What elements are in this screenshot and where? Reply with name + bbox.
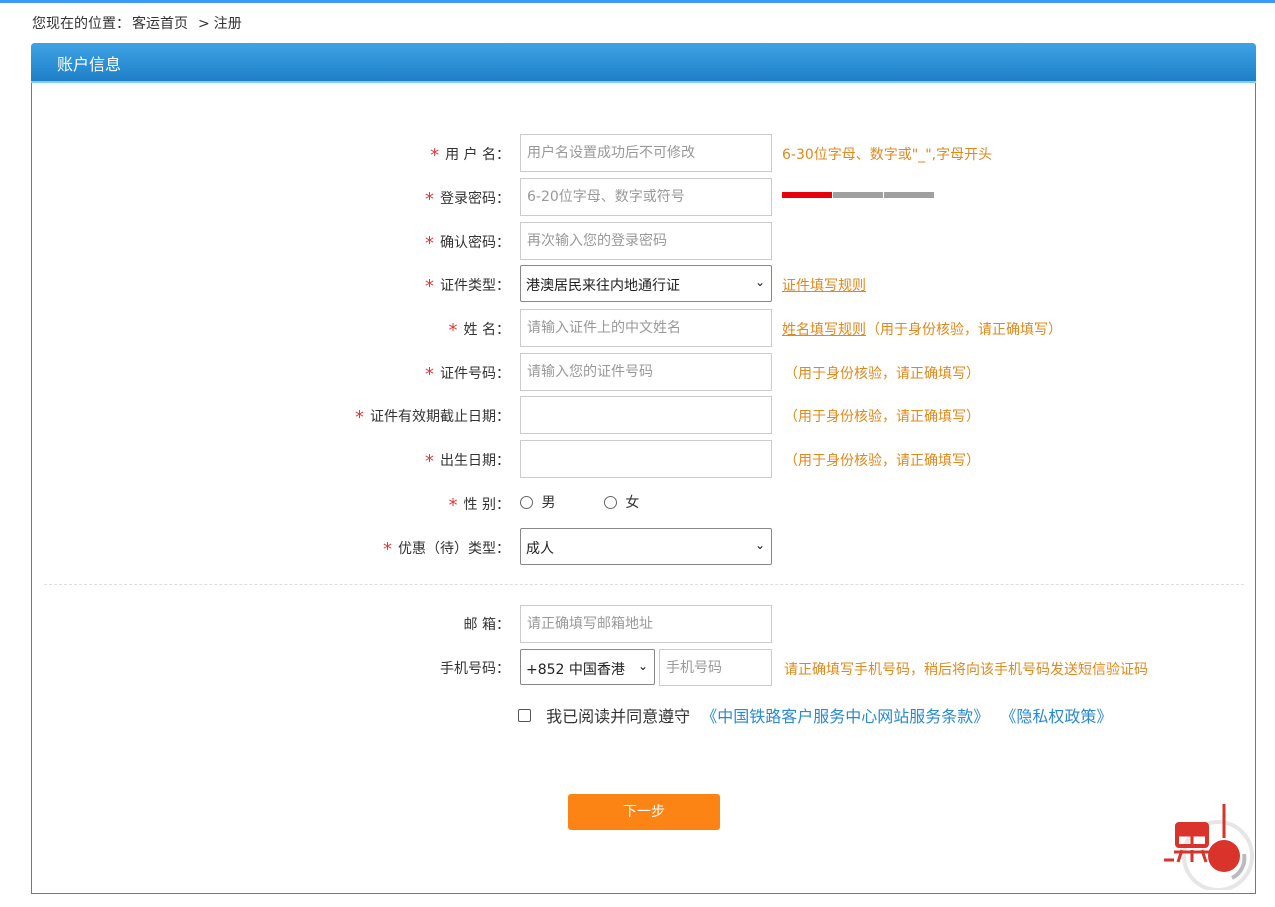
- id-type-select[interactable]: 港澳居民来往内地通行证 ⌄: [520, 265, 772, 302]
- name-hint: 姓名填写规则（用于身份核验，请正确填写）: [782, 322, 1062, 338]
- country-code-select[interactable]: +852 中国香港 ⌄: [520, 649, 655, 685]
- id-type-row: * 证件类型： 港澳居民来往内地通行证 ⌄ 证件填写规则: [32, 265, 1255, 303]
- confirm-password-row: * 确认密码：: [32, 222, 1255, 260]
- name-rule-link[interactable]: 姓名填写规则: [782, 322, 866, 338]
- panel-title: 账户信息: [57, 55, 122, 74]
- gender-radio-group: 男 女: [520, 492, 639, 512]
- username-hint: 6-30位字母、数字或"_",字母开头: [782, 147, 993, 163]
- chevron-down-icon: ⌄: [754, 275, 765, 289]
- id-type-label: * 证件类型：: [425, 276, 510, 297]
- panel-header: 账户信息: [31, 43, 1256, 83]
- birth-label: * 出生日期：: [425, 451, 510, 472]
- required-mark: *: [448, 320, 458, 341]
- phone-input[interactable]: [659, 649, 772, 686]
- section-divider: [44, 584, 1244, 585]
- required-mark: *: [383, 539, 392, 560]
- required-mark: *: [425, 189, 434, 210]
- strength-segment-medium: [833, 192, 883, 198]
- chevron-down-icon: ⌄: [637, 659, 648, 673]
- password-strength-meter: [782, 192, 935, 198]
- required-mark: *: [425, 233, 434, 254]
- required-mark: *: [425, 451, 434, 472]
- username-row: *用 户 名： 6-30位字母、数字或"_",字母开头: [32, 134, 1255, 172]
- phone-row: 手机号码： +852 中国香港 ⌄ 请正确填写手机号码，稍后将向该手机号码发送短…: [32, 649, 1255, 687]
- id-rule-link[interactable]: 证件填写规则: [782, 278, 866, 294]
- name-row: *姓 名： 姓名填写规则（用于身份核验，请正确填写）: [32, 309, 1255, 347]
- phone-label: 手机号码：: [440, 661, 510, 677]
- required-mark: *: [430, 145, 440, 166]
- next-step-button[interactable]: 下一步: [568, 794, 720, 830]
- name-label: * 姓 名：: [448, 320, 510, 341]
- strength-segment-strong: [884, 192, 934, 198]
- gender-male-radio[interactable]: [520, 496, 533, 509]
- name-input[interactable]: [520, 309, 772, 347]
- id-number-input[interactable]: [520, 353, 772, 391]
- discount-type-value: 成人: [526, 541, 554, 557]
- breadcrumb-prefix: 您现在的位置：: [32, 16, 130, 32]
- required-mark: *: [425, 364, 434, 385]
- breadcrumb-home-link[interactable]: 客运首页: [132, 16, 188, 32]
- email-input[interactable]: [520, 605, 772, 643]
- gender-female-radio[interactable]: [603, 496, 617, 509]
- birth-date-input[interactable]: [520, 440, 772, 478]
- confirm-password-label: * 确认密码：: [425, 233, 510, 254]
- email-label: 邮 箱：: [463, 617, 510, 633]
- breadcrumb-current: 注册: [213, 16, 242, 32]
- discount-type-row: * 优惠（待）类型： 成人 ⌄: [32, 528, 1255, 566]
- strength-segment-weak: [782, 192, 832, 198]
- chevron-down-icon: ⌄: [754, 538, 765, 552]
- password-label: * 登录密码：: [425, 189, 510, 210]
- confirm-password-input[interactable]: [520, 222, 772, 260]
- gender-female-label[interactable]: 女: [625, 495, 639, 511]
- gender-label: * 性 别：: [448, 495, 510, 516]
- username-input[interactable]: [520, 134, 772, 172]
- expiry-label: * 证件有效期截止日期：: [355, 407, 510, 428]
- gender-row: * 性 别： 男 女: [32, 484, 1255, 522]
- id-type-value: 港澳居民来往内地通行证: [526, 278, 680, 294]
- id-type-hint: 证件填写规则: [782, 275, 866, 295]
- id-number-hint: （用于身份核验，请正确填写）: [784, 366, 980, 382]
- breadcrumb-separator: >: [198, 16, 210, 32]
- password-row: * 登录密码：: [32, 178, 1255, 216]
- railway-mascot-icon[interactable]: [1160, 798, 1260, 890]
- agreement-checkbox[interactable]: [518, 709, 531, 722]
- birth-hint: （用于身份核验，请正确填写）: [784, 453, 980, 469]
- expiry-date-input[interactable]: [520, 396, 772, 434]
- id-number-row: *证件号码： （用于身份核验，请正确填写）: [32, 353, 1255, 391]
- username-label: * 用 户 名：: [430, 145, 510, 166]
- discount-type-label: * 优惠（待）类型：: [383, 539, 510, 560]
- required-mark: *: [425, 276, 434, 297]
- id-number-label: * 证件号码：: [425, 364, 510, 385]
- agreement-text: 我已阅读并同意遵守: [546, 707, 691, 726]
- terms-link[interactable]: 《中国铁路客户服务中心网站服务条款》: [701, 707, 989, 726]
- gender-male-label[interactable]: 男: [541, 495, 555, 511]
- required-mark: *: [448, 495, 458, 516]
- email-row: 邮 箱：: [32, 605, 1255, 643]
- breadcrumb: 您现在的位置： 客运首页 > 注册: [32, 13, 244, 33]
- phone-hint: 请正确填写手机号码，稍后将向该手机号码发送短信验证码: [784, 662, 1148, 678]
- account-info-panel: 账户信息 *用 户 名： 6-30位字母、数字或"_",字母开头 *登录密码： …: [31, 43, 1256, 894]
- privacy-link[interactable]: 《隐私权政策》: [1000, 707, 1112, 726]
- password-input[interactable]: [520, 178, 772, 216]
- country-code-value: +852 中国香港: [526, 662, 625, 678]
- expiry-hint: （用于身份核验，请正确填写）: [784, 409, 980, 425]
- required-mark: *: [355, 407, 364, 428]
- expiry-row: * 证件有效期截止日期： （用于身份核验，请正确填写）: [32, 396, 1255, 434]
- discount-type-select[interactable]: 成人 ⌄: [520, 528, 772, 565]
- birth-row: * 出生日期： （用于身份核验，请正确填写）: [32, 440, 1255, 478]
- top-accent-bar: [0, 0, 1275, 3]
- agreement-row: 我已阅读并同意遵守 《中国铁路客户服务中心网站服务条款》 《隐私权政策》: [518, 703, 1112, 727]
